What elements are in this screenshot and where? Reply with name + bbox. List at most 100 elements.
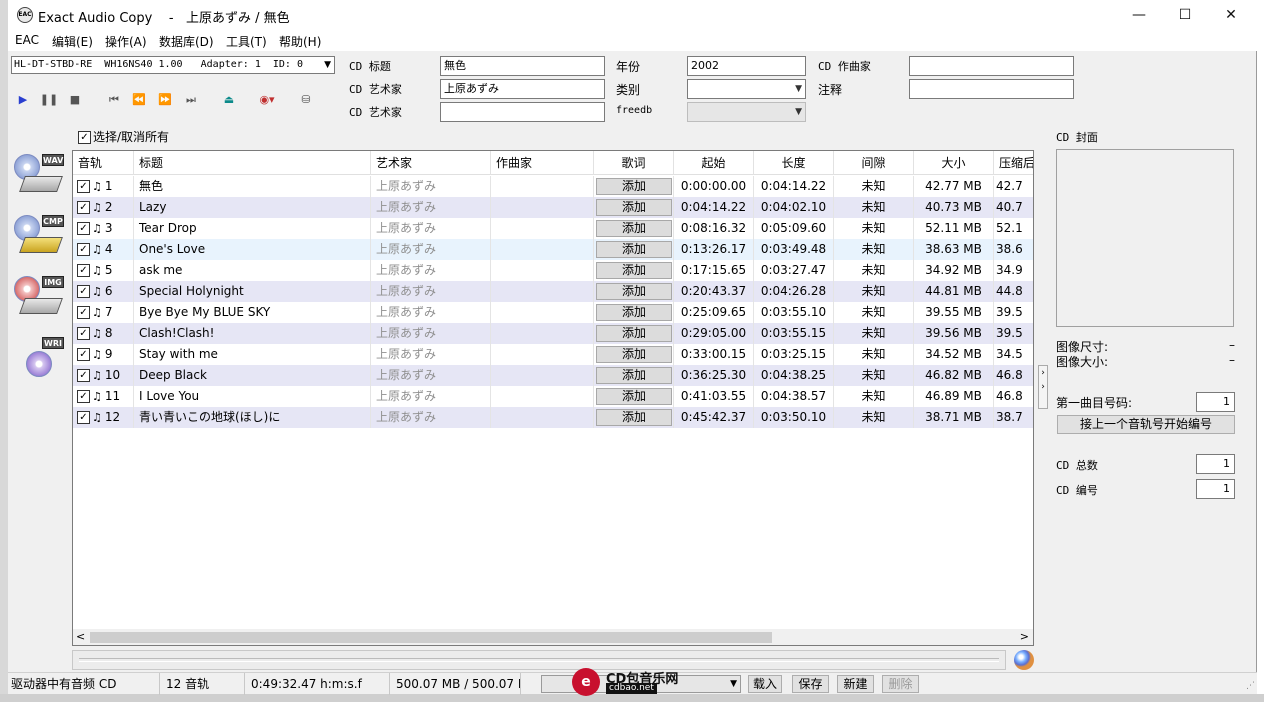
track-artist-cell[interactable]: 上原あずみ	[371, 239, 491, 260]
table-row[interactable]: ✓ ♫ 8 添加 Clash!Clash! 上原あずみ 0:29:05.00 0:03:55.…	[73, 323, 1033, 344]
track-title-cell[interactable]: Tear Drop	[134, 218, 371, 239]
checkbox-checked-icon[interactable]: ✓	[77, 327, 90, 340]
column-header-title[interactable]: 标题	[134, 151, 371, 175]
checkbox-checked-icon[interactable]: ✓	[77, 369, 90, 382]
track-start-cell[interactable]: 0:00:00.00	[674, 176, 754, 197]
track-gap-cell[interactable]: 未知	[834, 344, 914, 365]
scrollbar-thumb[interactable]	[90, 632, 772, 643]
track-length-cell[interactable]: 0:04:14.22	[754, 176, 834, 197]
track-number-cell[interactable]: ✓ ♫ 1	[73, 176, 134, 197]
track-artist-cell[interactable]: 上原あずみ	[371, 323, 491, 344]
panel-splitter[interactable]: › ›	[1038, 365, 1048, 409]
track-gap-cell[interactable]: 未知	[834, 386, 914, 407]
track-composer-cell[interactable]	[491, 323, 594, 344]
previous-track-icon[interactable]: ⏮	[104, 91, 124, 109]
cd-composer-field[interactable]	[909, 56, 1074, 76]
add-lyrics-button[interactable]: 添加	[596, 241, 672, 258]
table-row[interactable]: ✓ ♫ 9 添加 Stay with me 上原あずみ 0:33:00.15 0:03:25.…	[73, 344, 1033, 365]
track-title-cell[interactable]: Lazy	[134, 197, 371, 218]
column-header-gap[interactable]: 间隙	[834, 151, 914, 175]
track-artist-cell[interactable]: 上原あずみ	[371, 365, 491, 386]
track-gap-cell[interactable]: 未知	[834, 176, 914, 197]
track-artist-cell[interactable]: 上原あずみ	[371, 281, 491, 302]
maximize-button[interactable]: ☐	[1162, 0, 1208, 31]
track-size-cell[interactable]: 34.92 MB	[914, 260, 994, 281]
table-row[interactable]: ✓ ♫ 11 添加 I Love You 上原あずみ 0:41:03.55 0:04:38.5…	[73, 386, 1033, 407]
track-start-cell[interactable]: 0:41:03.55	[674, 386, 754, 407]
track-start-cell[interactable]: 0:29:05.00	[674, 323, 754, 344]
track-title-cell[interactable]: One's Love	[134, 239, 371, 260]
network-icon[interactable]: ⛁	[296, 91, 316, 109]
track-start-cell[interactable]: 0:08:16.32	[674, 218, 754, 239]
checkbox-checked-icon[interactable]: ✓	[77, 222, 90, 235]
track-artist-cell[interactable]: 上原あずみ	[371, 260, 491, 281]
track-size-cell[interactable]: 38.63 MB	[914, 239, 994, 260]
track-number-cell[interactable]: ✓ ♫ 11	[73, 386, 134, 407]
track-start-cell[interactable]: 0:45:42.37	[674, 407, 754, 428]
pause-icon[interactable]: ❚❚	[39, 91, 59, 109]
minimize-button[interactable]: —	[1116, 0, 1162, 31]
track-start-cell[interactable]: 0:04:14.22	[674, 197, 754, 218]
track-number-cell[interactable]: ✓ ♫ 2	[73, 197, 134, 218]
track-length-cell[interactable]: 0:03:55.10	[754, 302, 834, 323]
cd-artist-field[interactable]: 上原あずみ	[440, 79, 605, 99]
track-size-cell[interactable]: 39.56 MB	[914, 323, 994, 344]
track-length-cell[interactable]: 0:03:27.47	[754, 260, 834, 281]
scroll-right-icon[interactable]: >	[1020, 629, 1029, 645]
checkbox-checked-icon[interactable]: ✓	[77, 243, 90, 256]
track-title-cell[interactable]: ask me	[134, 260, 371, 281]
resize-grip-icon[interactable]: ⋰	[1246, 681, 1255, 691]
close-button[interactable]: ✕	[1208, 0, 1254, 31]
cd-artist2-field[interactable]	[440, 102, 605, 122]
comment-field[interactable]	[909, 79, 1074, 99]
track-size-cell[interactable]: 38.71 MB	[914, 407, 994, 428]
track-composer-cell[interactable]	[491, 302, 594, 323]
add-lyrics-button[interactable]: 添加	[596, 283, 672, 300]
table-row[interactable]: ✓ ♫ 10 添加 Deep Black 上原あずみ 0:36:25.30 0:04:38.2…	[73, 365, 1033, 386]
table-row[interactable]: ✓ ♫ 6 添加 Special Holynight 上原あずみ 0:20:43.37 0:0…	[73, 281, 1033, 302]
track-composer-cell[interactable]	[491, 239, 594, 260]
track-start-cell[interactable]: 0:36:25.30	[674, 365, 754, 386]
track-compressed-cell[interactable]: 52.1	[994, 218, 1033, 239]
cd-total-field[interactable]: 1	[1196, 454, 1235, 474]
track-composer-cell[interactable]	[491, 407, 594, 428]
menu-edit[interactable]: 编辑(E)	[52, 33, 93, 50]
track-start-cell[interactable]: 0:20:43.37	[674, 281, 754, 302]
column-header-track[interactable]: 音轨	[73, 151, 134, 175]
first-track-field[interactable]: 1	[1196, 392, 1235, 412]
add-lyrics-button[interactable]: 添加	[596, 199, 672, 216]
track-artist-cell[interactable]: 上原あずみ	[371, 176, 491, 197]
add-lyrics-button[interactable]: 添加	[596, 220, 672, 237]
save-button[interactable]: 保存	[792, 675, 829, 693]
menu-tools[interactable]: 工具(T)	[226, 33, 267, 50]
checkbox-checked-icon[interactable]: ✓	[77, 348, 90, 361]
cd-number-field[interactable]: 1	[1196, 479, 1235, 499]
track-number-cell[interactable]: ✓ ♫ 10	[73, 365, 134, 386]
track-compressed-cell[interactable]: 39.5	[994, 323, 1033, 344]
copy-compressed-button[interactable]: CMP	[12, 213, 66, 265]
track-compressed-cell[interactable]: 46.8	[994, 386, 1033, 407]
track-title-cell[interactable]: Stay with me	[134, 344, 371, 365]
copy-wav-button[interactable]: WAV	[12, 152, 66, 204]
menu-action[interactable]: 操作(A)	[105, 33, 147, 50]
track-composer-cell[interactable]	[491, 386, 594, 407]
add-lyrics-button[interactable]: 添加	[596, 388, 672, 405]
menu-help[interactable]: 帮助(H)	[279, 33, 321, 50]
track-length-cell[interactable]: 0:04:02.10	[754, 197, 834, 218]
scroll-left-icon[interactable]: <	[76, 629, 85, 645]
checkbox-checked-icon[interactable]: ✓	[77, 411, 90, 424]
horizontal-scrollbar[interactable]: < >	[73, 629, 1033, 645]
track-composer-cell[interactable]	[491, 281, 594, 302]
track-compressed-cell[interactable]: 39.5	[994, 302, 1033, 323]
add-lyrics-button[interactable]: 添加	[596, 304, 672, 321]
column-header-compressed[interactable]: 压缩后	[994, 151, 1033, 175]
track-artist-cell[interactable]: 上原あずみ	[371, 197, 491, 218]
column-header-artist[interactable]: 艺术家	[371, 151, 491, 175]
track-composer-cell[interactable]	[491, 218, 594, 239]
track-number-cell[interactable]: ✓ ♫ 6	[73, 281, 134, 302]
track-start-cell[interactable]: 0:13:26.17	[674, 239, 754, 260]
track-number-cell[interactable]: ✓ ♫ 12	[73, 407, 134, 428]
track-composer-cell[interactable]	[491, 197, 594, 218]
track-start-cell[interactable]: 0:17:15.65	[674, 260, 754, 281]
track-gap-cell[interactable]: 未知	[834, 281, 914, 302]
